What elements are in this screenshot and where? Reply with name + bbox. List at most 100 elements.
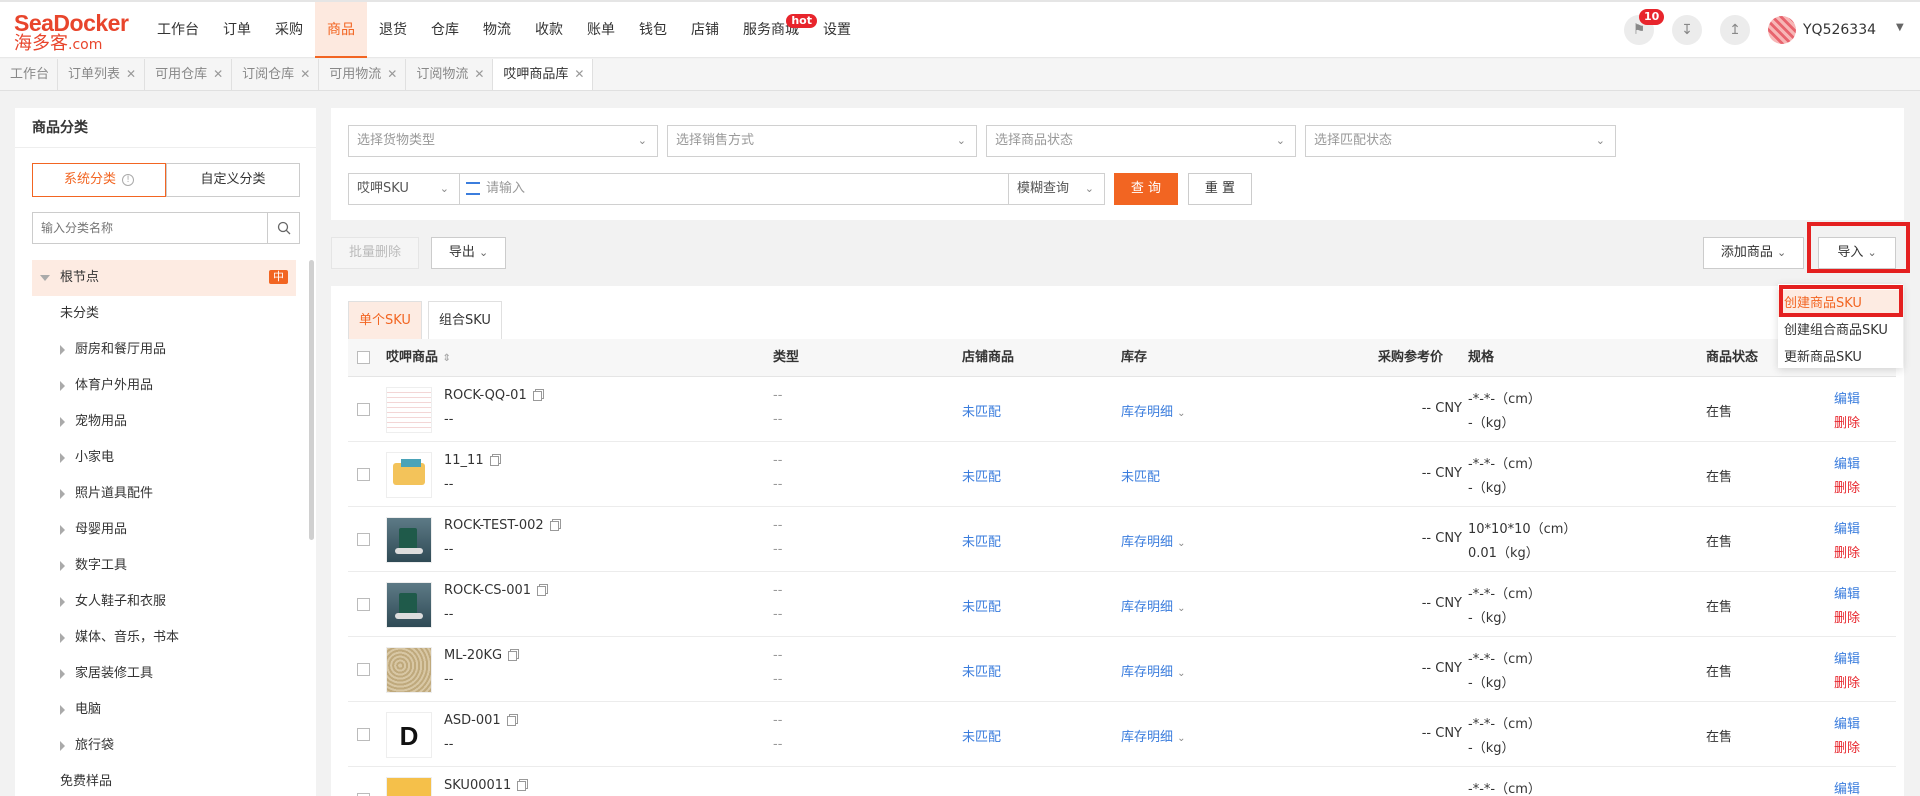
delete-link[interactable]: 删除	[1834, 477, 1860, 496]
product-thumbnail[interactable]	[386, 517, 432, 563]
custom-category-tab[interactable]: 自定义分类	[166, 163, 300, 197]
copy-icon[interactable]	[537, 585, 547, 596]
store-product-link[interactable]: 未匹配	[962, 531, 1001, 550]
row-checkbox[interactable]	[357, 468, 370, 481]
tab-combo-sku[interactable]: 组合SKU	[427, 301, 502, 339]
product-thumbnail[interactable]	[386, 452, 432, 498]
page-tab[interactable]: 订阅仓库 ✕	[232, 59, 320, 90]
tree-node[interactable]: 家居装修工具	[32, 656, 296, 692]
table-row[interactable]: D ASD-001 -- -- -- 未匹配 库存明细 ⌄ -- CNY -*-*-（cm） -（…	[348, 702, 1896, 767]
row-checkbox[interactable]	[357, 728, 370, 741]
nav-item[interactable]: 订单	[211, 2, 263, 58]
row-checkbox[interactable]	[357, 663, 370, 676]
copy-icon[interactable]	[532, 390, 542, 401]
caret-right-icon[interactable]	[60, 740, 65, 751]
tree-node[interactable]: 小家电	[32, 440, 296, 476]
caret-right-icon[interactable]	[60, 704, 65, 715]
export-button[interactable]: 导出 ⌄	[431, 237, 506, 269]
page-tab[interactable]: 订单列表 ✕	[58, 59, 146, 90]
query-mode-select[interactable]: 模糊查询 ⌄	[1008, 173, 1105, 205]
edit-link[interactable]: 编辑	[1834, 583, 1860, 602]
system-category-tab[interactable]: 系统分类!	[32, 163, 166, 197]
row-checkbox[interactable]	[357, 533, 370, 546]
product-status-select[interactable]: 选择商品状态 ⌄	[986, 125, 1296, 157]
nav-item[interactable]: 采购	[263, 2, 315, 58]
store-product-link[interactable]: 未匹配	[962, 726, 1001, 745]
announcement-icon[interactable]: ⚑ 10	[1624, 9, 1665, 45]
reset-button[interactable]: 重 置	[1188, 173, 1252, 205]
stock-link[interactable]: 库存明细 ⌄	[1121, 661, 1186, 680]
caret-right-icon[interactable]	[60, 380, 65, 391]
upload-icon[interactable]: ↥	[1720, 15, 1750, 45]
menu-update-sku[interactable]: 更新商品SKU	[1778, 344, 1903, 371]
tree-node[interactable]: 免费样品	[32, 764, 296, 796]
search-icon[interactable]	[267, 213, 299, 243]
menu-create-combo-sku[interactable]: 创建组合商品SKU	[1778, 317, 1903, 344]
table-row[interactable]: ROCK-QQ-01 -- -- -- 未匹配 库存明细 ⌄ -- CNY -*-*-（cm）…	[348, 377, 1896, 442]
product-thumbnail[interactable]	[386, 387, 432, 433]
close-icon[interactable]: ✕	[574, 59, 584, 90]
caret-right-icon[interactable]	[60, 416, 65, 427]
close-icon[interactable]: ✕	[387, 59, 397, 90]
store-product-link[interactable]: 未匹配	[962, 466, 1001, 485]
goods-type-select[interactable]: 选择货物类型 ⌄	[348, 125, 658, 157]
avatar[interactable]	[1768, 16, 1796, 44]
tree-node[interactable]: 母婴用品	[32, 512, 296, 548]
tree-node[interactable]: 宠物用品	[32, 404, 296, 440]
product-thumbnail[interactable]	[386, 582, 432, 628]
tree-node[interactable]: 媒体、音乐，书本	[32, 620, 296, 656]
edit-link[interactable]: 编辑	[1834, 648, 1860, 667]
copy-icon[interactable]	[517, 780, 527, 791]
copy-icon[interactable]	[549, 520, 559, 531]
delete-link[interactable]: 删除	[1834, 542, 1860, 561]
tree-node[interactable]: 体育户外用品	[32, 368, 296, 404]
page-tab[interactable]: 可用仓库 ✕	[145, 59, 233, 90]
add-product-button[interactable]: 添加商品 ⌄	[1703, 237, 1804, 269]
tree-node[interactable]: 女人鞋子和衣服	[32, 584, 296, 620]
sku-search-input[interactable]: 请输入	[459, 173, 1009, 205]
edit-link[interactable]: 编辑	[1834, 453, 1860, 472]
caret-down-icon[interactable]	[40, 274, 50, 281]
nav-item[interactable]: 收款	[523, 2, 575, 58]
row-checkbox[interactable]	[357, 598, 370, 611]
select-all-checkbox[interactable]	[357, 351, 370, 364]
tree-node[interactable]: 照片道具配件	[32, 476, 296, 512]
tree-root-node[interactable]: 根节点 中	[32, 260, 296, 296]
close-icon[interactable]: ✕	[300, 59, 310, 90]
caret-right-icon[interactable]	[60, 452, 65, 463]
product-thumbnail[interactable]	[386, 647, 432, 693]
close-icon[interactable]: ✕	[474, 59, 484, 90]
query-button[interactable]: 查 询	[1114, 173, 1178, 205]
brand-logo[interactable]: SeaDocker 海多客.com	[14, 12, 129, 54]
page-tab[interactable]: 哎呷商品库 ✕	[493, 59, 594, 90]
store-product-link[interactable]: 未匹配	[962, 596, 1001, 615]
sidebar-scrollbar[interactable]	[309, 260, 314, 540]
copy-icon[interactable]	[489, 455, 499, 466]
caret-right-icon[interactable]	[60, 344, 65, 355]
store-product-link[interactable]: 未匹配	[962, 661, 1001, 680]
nav-item[interactable]: 店铺	[679, 2, 731, 58]
download-icon[interactable]: ↧	[1672, 15, 1702, 45]
page-tab[interactable]: 工作台	[0, 59, 59, 90]
row-checkbox[interactable]	[357, 403, 370, 416]
table-row[interactable]: ROCK-CS-001 -- -- -- 未匹配 库存明细 ⌄ -- CNY -*-*-（cm…	[348, 572, 1896, 637]
stock-link[interactable]: 库存明细 ⌄	[1121, 596, 1186, 615]
sort-icon[interactable]: ⇕	[443, 353, 451, 364]
table-row[interactable]: ROCK-TEST-002 -- -- -- 未匹配 库存明细 ⌄ -- CNY 10*10*…	[348, 507, 1896, 572]
nav-item[interactable]: 商品	[315, 2, 367, 58]
chevron-down-icon[interactable]: ▼	[1896, 22, 1904, 33]
tree-node[interactable]: 电脑	[32, 692, 296, 728]
edit-link[interactable]: 编辑	[1834, 713, 1860, 732]
edit-link[interactable]: 编辑	[1834, 778, 1860, 796]
batch-delete-button[interactable]: 批量删除	[331, 237, 419, 269]
caret-right-icon[interactable]	[60, 488, 65, 499]
table-row[interactable]: SKU00011 -*-*-（cm） 编辑	[348, 767, 1896, 796]
tree-node[interactable]: 未分类	[32, 296, 296, 332]
product-thumbnail[interactable]	[386, 777, 432, 796]
nav-item[interactable]: 工作台	[145, 2, 211, 58]
category-search-input[interactable]	[33, 213, 267, 243]
table-row[interactable]: 11_11 -- -- -- 未匹配 未匹配 -- CNY -*-*-（cm） -（kg） 在售 编…	[348, 442, 1896, 507]
tree-node[interactable]: 旅行袋	[32, 728, 296, 764]
delete-link[interactable]: 删除	[1834, 412, 1860, 431]
nav-item[interactable]: 仓库	[419, 2, 471, 58]
